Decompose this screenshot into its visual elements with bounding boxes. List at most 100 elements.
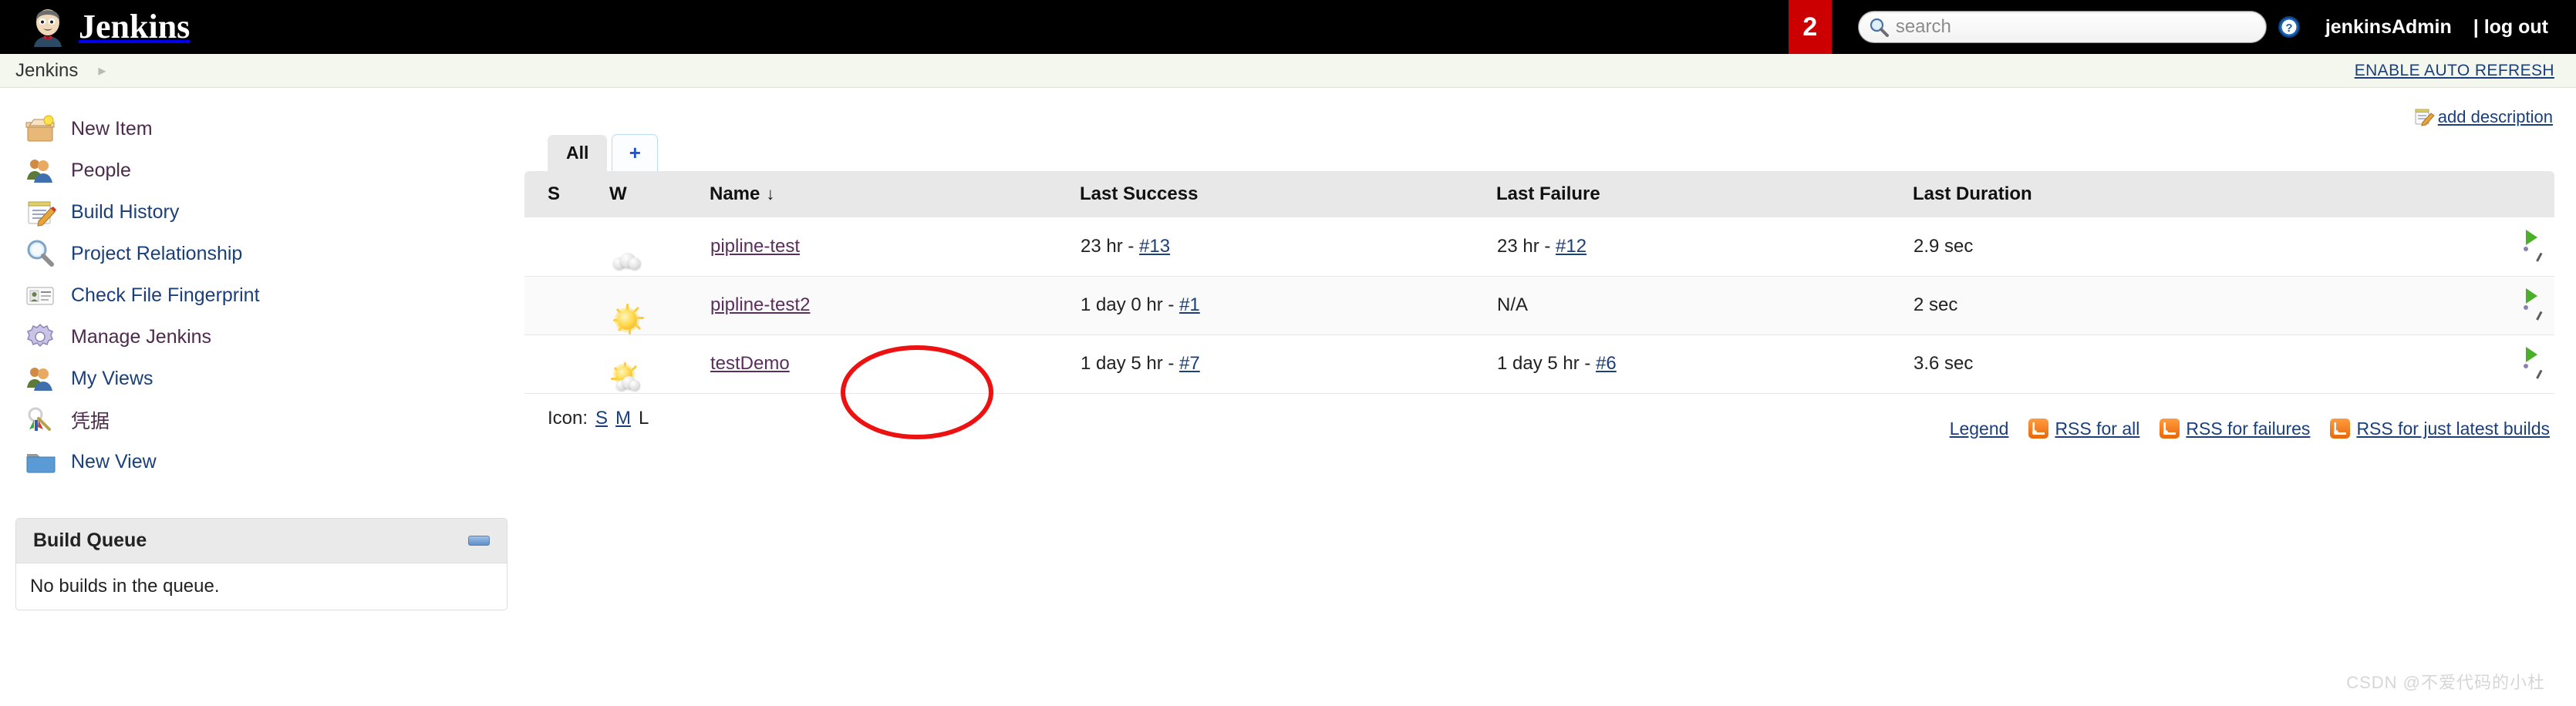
collapse-icon[interactable] [468, 536, 490, 546]
sort-descending-icon: ↓ [766, 184, 775, 203]
rss-for-failures-link[interactable]: RSS for failures [2160, 419, 2310, 439]
breadcrumb: Jenkins ▸ ENABLE AUTO REFRESH [0, 54, 2576, 88]
table-row: testDemo 1 day 5 hr - #7 1 day 5 hr - #6… [524, 335, 2554, 394]
cell-last-failure: N/A [1496, 276, 1913, 335]
column-header-actions [2267, 171, 2554, 217]
icon-size-large[interactable]: L [639, 408, 649, 429]
cell-last-failure: 1 day 5 hr - #6 [1496, 335, 1913, 394]
cell-status [524, 335, 609, 394]
sidebar-item-people[interactable]: People [0, 150, 524, 191]
column-header-name[interactable]: Name ↓ [710, 171, 1080, 217]
current-user-label[interactable]: jenkinsAdmin [2325, 16, 2452, 39]
cell-last-failure: 23 hr - #12 [1496, 217, 1913, 277]
last-success-build-link[interactable]: #7 [1179, 353, 1200, 374]
cell-last-success: 1 day 5 hr - #7 [1080, 335, 1496, 394]
cell-last-success: 1 day 0 hr - #1 [1080, 276, 1496, 335]
last-failure-time: N/A [1497, 294, 1529, 315]
cell-name: pipline-test2 [710, 276, 1080, 335]
tab-add-view[interactable]: + [612, 134, 659, 171]
icon-size-medium[interactable]: M [615, 408, 631, 429]
my-views-icon [23, 361, 57, 395]
column-header-name-label: Name [710, 183, 760, 204]
cell-name: pipline-test [710, 217, 1080, 277]
job-link[interactable]: pipline-test [710, 236, 800, 257]
sidebar-item-label: Check File Fingerprint [71, 284, 260, 306]
last-success-build-link[interactable]: #13 [1139, 236, 1170, 257]
footer-links: Legend RSS for all RSS for failures RSS … [1950, 419, 2550, 439]
sidebar-item-new-item[interactable]: New Item [0, 108, 524, 150]
search-icon [1869, 17, 1889, 37]
last-failure-time: 1 day 5 hr - [1497, 353, 1597, 374]
sidebar-item-check-file-fingerprint[interactable]: Check File Fingerprint [0, 274, 524, 316]
column-header-last-success[interactable]: Last Success [1080, 171, 1496, 217]
sidebar-item-label: 凭据 [71, 411, 110, 432]
cell-weather [609, 276, 710, 335]
rss-icon [2330, 419, 2351, 439]
add-description-label: add description [2437, 107, 2553, 126]
chevron-right-icon[interactable]: ▸ [98, 63, 106, 79]
sidebar-item-label: Manage Jenkins [71, 325, 212, 348]
sidebar-item-build-history[interactable]: Build History [0, 191, 524, 233]
rss-icon [2028, 419, 2049, 439]
rss-for-all-link[interactable]: RSS for all [2028, 419, 2139, 439]
sidebar-item-my-views[interactable]: My Views [0, 358, 524, 399]
column-header-weather[interactable]: W [609, 171, 710, 217]
sidebar-item-new-view[interactable]: New View [0, 441, 524, 482]
column-header-last-duration[interactable]: Last Duration [1913, 171, 2267, 217]
sidebar-item-label: New View [71, 450, 157, 472]
enable-auto-refresh-link[interactable]: ENABLE AUTO REFRESH [2355, 62, 2554, 80]
icon-size-small[interactable]: S [595, 408, 608, 429]
jenkins-home-link[interactable]: Jenkins [0, 7, 190, 47]
breadcrumb-item-jenkins[interactable]: Jenkins [15, 60, 78, 82]
notification-badge[interactable]: 2 [1788, 0, 1832, 54]
sidebar-item-manage-jenkins[interactable]: Manage Jenkins [0, 316, 524, 358]
cell-last-success: 23 hr - #13 [1080, 217, 1496, 277]
sidebar-item-label: Build History [71, 200, 180, 223]
sidebar-item-label: Project Relationship [71, 242, 243, 264]
cell-status [524, 217, 609, 277]
watermark: CSDN @不爱代码的小杜 [2346, 673, 2545, 692]
sidebar-item-label: New Item [71, 117, 153, 140]
gear-icon [23, 320, 57, 354]
cell-weather [609, 335, 710, 394]
logout-link[interactable]: | log out [2473, 16, 2548, 39]
job-link[interactable]: testDemo [710, 353, 790, 374]
help-icon[interactable]: ? [2267, 15, 2301, 39]
column-header-last-failure[interactable]: Last Failure [1496, 171, 1913, 217]
build-queue-title: Build Queue [33, 530, 147, 551]
cell-build-action [2267, 276, 2554, 335]
last-success-build-link[interactable]: #1 [1179, 294, 1200, 315]
legend-label: Legend [1949, 418, 2009, 439]
job-link[interactable]: pipline-test2 [710, 294, 810, 315]
search-input[interactable] [1857, 11, 2267, 43]
add-description-link[interactable]: add description [2413, 102, 2553, 133]
cell-status [524, 276, 609, 335]
column-header-status[interactable]: S [524, 171, 609, 217]
search-container [1857, 11, 2267, 43]
cell-build-action [2267, 335, 2554, 394]
cell-build-action [2267, 217, 2554, 277]
sidebar-item-project-relationship[interactable]: Project Relationship [0, 233, 524, 274]
description-row: add description [524, 102, 2554, 133]
build-queue-header: Build Queue [16, 519, 507, 563]
build-queue-panel: Build Queue No builds in the queue. [15, 518, 507, 610]
legend-link[interactable]: Legend [1950, 419, 2009, 439]
rss-icon [2160, 419, 2180, 439]
tab-all[interactable]: All [548, 135, 608, 171]
fingerprint-icon [23, 278, 57, 312]
last-failure-build-link[interactable]: #12 [1556, 236, 1586, 257]
last-success-time: 23 hr - [1081, 235, 1140, 257]
last-failure-time: 23 hr - [1497, 235, 1556, 257]
jobs-table-header: S W Name ↓ Last Success Last Failure Last… [524, 171, 2554, 217]
cell-last-duration: 2 sec [1913, 276, 2267, 335]
sidebar-item-label: People [71, 159, 131, 181]
cell-weather [609, 217, 710, 277]
rss-latest-builds-link[interactable]: RSS for just latest builds [2330, 419, 2550, 439]
cell-last-duration: 3.6 sec [1913, 335, 2267, 394]
build-queue-empty-text: No builds in the queue. [16, 563, 507, 610]
people-icon [23, 153, 57, 187]
rss-for-all-label: RSS for all [2055, 418, 2140, 439]
rss-for-failures-label: RSS for failures [2186, 418, 2311, 439]
sidebar-item-credentials[interactable]: 凭据 [0, 399, 524, 441]
last-failure-build-link[interactable]: #6 [1596, 353, 1617, 374]
